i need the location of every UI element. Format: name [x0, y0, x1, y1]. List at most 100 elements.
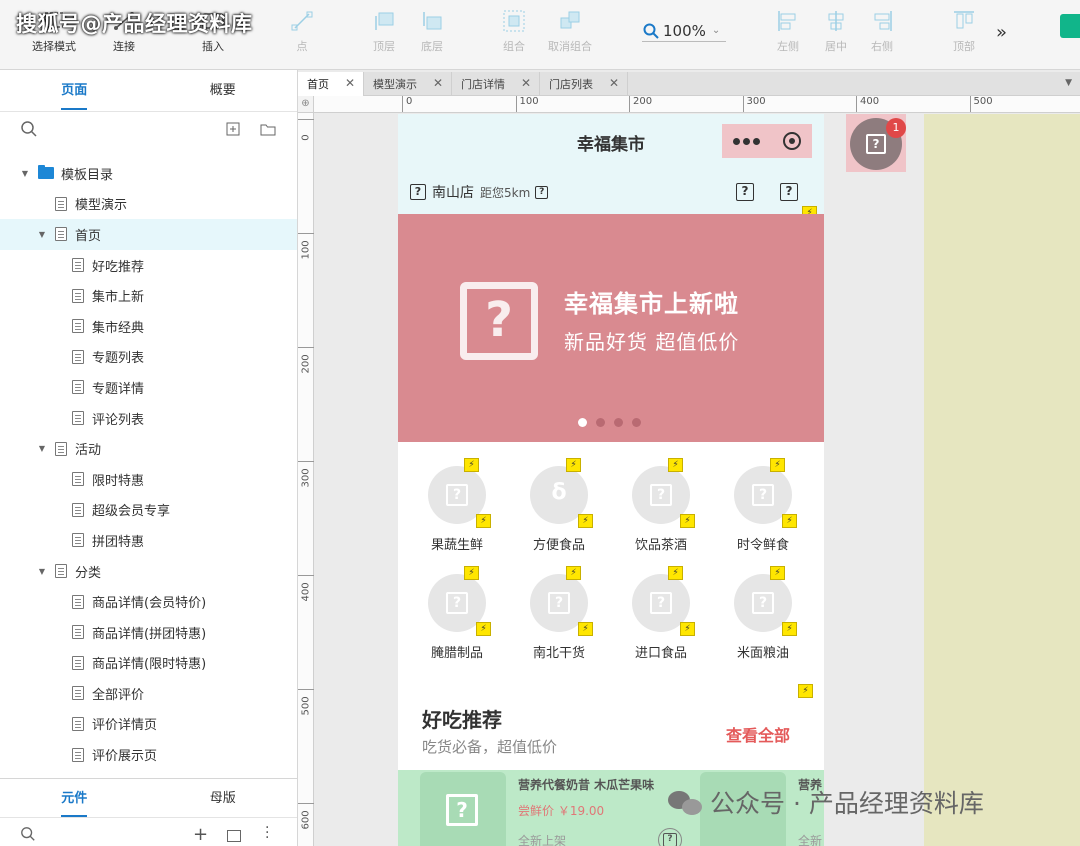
category-item[interactable]: ? ⚡ ⚡ 时令鲜食 [712, 444, 814, 553]
close-icon[interactable]: ✕ [433, 76, 443, 90]
tool-label: 连接 [113, 40, 135, 53]
mobile-page[interactable]: 幸福集市 ? 南山店 距您5km ? ? ? ⚡ ? 幸福集市上新啦 新品好货 … [398, 114, 824, 846]
mini-program-capsule[interactable] [722, 124, 812, 158]
add-library-icon[interactable]: + [193, 824, 208, 845]
close-icon[interactable]: ✕ [609, 76, 619, 90]
message-icon[interactable]: ? [780, 183, 798, 201]
category-item[interactable]: ? ⚡ ⚡ 米面粮油 [712, 552, 814, 661]
category-label: 果蔬生鲜 [430, 538, 483, 553]
tree-item[interactable]: ▼ 模板目录 [0, 158, 297, 189]
tree-item[interactable]: 评论列表 [0, 403, 297, 434]
duplicate-icon[interactable] [227, 830, 241, 842]
add-page-icon[interactable] [226, 122, 240, 136]
category-item[interactable]: δ ⚡ ⚡ 方便食品 [508, 444, 610, 553]
image-placeholder-icon: ? [446, 592, 468, 614]
tree-item[interactable]: 集市上新 [0, 280, 297, 311]
tree-item-label: 商品详情(会员特价) [92, 596, 207, 612]
tab-store-detail[interactable]: 门店详情 ✕ [452, 72, 540, 96]
tab-widgets[interactable]: 元件 [0, 779, 149, 817]
tree-item[interactable]: 评价展示页 [0, 739, 297, 770]
design-canvas[interactable]: 幸福集市 ? 南山店 距您5km ? ? ? ⚡ ? 幸福集市上新啦 新品好货 … [315, 114, 1080, 846]
carousel-indicator[interactable] [578, 418, 641, 427]
banner-image-placeholder-icon: ? [460, 282, 538, 360]
tree-item[interactable]: 商品详情(限时特惠) [0, 648, 297, 679]
tree-item[interactable]: 商品详情(拼团特惠) [0, 617, 297, 648]
search-icon[interactable] [20, 826, 36, 842]
pages-panel: 页面 概要 ▼ 模板目录 模型演示 ▼ 首页 好吃推荐 集市上新 集市经典 专题列表 专题详情 评论… [0, 70, 298, 846]
send-to-back-button[interactable]: 底层 [402, 8, 462, 54]
scan-icon[interactable]: ? [736, 183, 754, 201]
category-item[interactable]: ? ⚡ ⚡ 腌腊制品 [406, 552, 508, 661]
tab-masters[interactable]: 母版 [149, 779, 298, 817]
tab-model-demo[interactable]: 模型演示 ✕ [364, 72, 452, 96]
ungroup-button[interactable]: 取消组合 [540, 8, 600, 54]
send-to-back-icon [423, 12, 442, 30]
zoom-select[interactable]: 100% ⌄ [642, 20, 726, 42]
align-right-button[interactable]: 右侧 [852, 8, 912, 54]
category-item[interactable]: ? ⚡ ⚡ 进口食品 [610, 552, 712, 661]
page-icon [72, 319, 84, 334]
tab-home[interactable]: 首页 ✕ [298, 72, 364, 96]
tabs-dropdown-icon[interactable]: ▼ [1065, 78, 1072, 88]
page-icon [72, 258, 84, 273]
tree-item-label: 评价展示页 [92, 749, 158, 765]
tree-item[interactable]: 评价详情页 [0, 709, 297, 740]
tree-item[interactable]: 限时特惠 [0, 464, 297, 495]
store-location[interactable]: ? 南山店 距您5km ? [410, 182, 549, 202]
expand-caret-icon[interactable]: ▼ [37, 567, 47, 576]
tree-item-label: 分类 [75, 565, 102, 581]
more-dots-icon[interactable] [733, 137, 761, 145]
tree-item[interactable]: 专题详情 [0, 372, 297, 403]
close-target-icon[interactable] [782, 132, 801, 150]
category-item[interactable]: ? ⚡ ⚡ 果蔬生鲜 [406, 444, 508, 553]
product-image[interactable]: ? [420, 772, 506, 846]
tree-item[interactable]: 好吃推荐 [0, 250, 297, 281]
expand-caret-icon[interactable]: ▼ [37, 230, 47, 239]
expand-caret-icon[interactable]: ▼ [37, 444, 47, 453]
tree-item[interactable]: 商品详情(会员特价) [0, 586, 297, 617]
tree-item[interactable]: 超级会员专享 [0, 495, 297, 526]
add-to-cart-icon[interactable]: ? [658, 828, 682, 846]
ruler-tick-label: 500 [298, 689, 314, 716]
dropdown-icon[interactable]: ? [535, 185, 549, 199]
category-item[interactable]: ? ⚡ ⚡ 南北干货 [508, 552, 610, 661]
search-icon[interactable] [20, 120, 38, 138]
category-grid: ? ⚡ ⚡ 果蔬生鲜 δ ⚡ ⚡ 方便食品? ⚡ ⚡ 饮品茶酒? ⚡ ⚡ 时令鲜食 ? ⚡ ⚡ 腌腊制品? ⚡ ⚡ 南北… [398, 442, 824, 664]
preview-button[interactable] [1060, 14, 1080, 38]
expand-caret-icon[interactable]: ▼ [20, 169, 30, 178]
toolbar: 搜狐号@产品经理资料库 选择模式 连接 插入 点 顶层 底层 组合 取消组合 1… [0, 0, 1080, 70]
app-header[interactable]: 幸福集市 ? 南山店 距您5km ? ? ? [398, 114, 824, 214]
product-tag: 全新上架 [518, 834, 567, 846]
close-icon[interactable]: ✕ [521, 76, 531, 90]
product-name[interactable]: 营养代餐奶昔 木瓜芒果味 [518, 776, 654, 793]
tree-item[interactable]: ▼ 活动 [0, 433, 297, 464]
banner-carousel[interactable]: ? 幸福集市上新啦 新品好货 超值低价 [398, 214, 824, 442]
widget-search-row: + · · · [0, 818, 297, 846]
align-top-button[interactable]: 顶部 [934, 8, 994, 54]
tab-store-list[interactable]: 门店列表 ✕ [540, 72, 628, 96]
group-button[interactable]: 组合 [484, 8, 544, 54]
page-icon [55, 227, 67, 242]
tab-outline[interactable]: 概要 [149, 70, 298, 111]
more-tools-button[interactable]: » [996, 22, 1007, 43]
placeholder-block[interactable] [924, 114, 1080, 846]
tree-item[interactable]: ▼ 首页 [0, 219, 297, 250]
add-folder-icon[interactable] [260, 122, 276, 136]
tree-item[interactable]: 全部评价 [0, 678, 297, 709]
tree-item[interactable]: 模型演示 [0, 189, 297, 220]
category-item[interactable]: ? ⚡ ⚡ 饮品茶酒 [610, 444, 712, 553]
see-all-link[interactable]: 查看全部 [726, 722, 790, 746]
interaction-bolt-icon: ⚡ [578, 622, 593, 636]
tree-item[interactable]: 集市经典 [0, 311, 297, 342]
tool-label: 组合 [503, 40, 525, 53]
tab-pages[interactable]: 页面 [0, 70, 149, 111]
point-button[interactable]: 点 [272, 8, 332, 54]
tree-item[interactable]: 专题列表 [0, 342, 297, 373]
more-vertical-icon[interactable]: · · · [265, 821, 269, 845]
floating-cart-button[interactable]: ? 1 [846, 114, 906, 172]
zoom-value: 100% [663, 21, 706, 40]
tree-item[interactable]: ▼ 分类 [0, 556, 297, 587]
tree-item[interactable]: 拼团特惠 [0, 525, 297, 556]
close-icon[interactable]: ✕ [345, 76, 355, 90]
document-tabs: 首页 ✕ 模型演示 ✕ 门店详情 ✕ 门店列表 ✕ ▼ [298, 72, 1080, 96]
